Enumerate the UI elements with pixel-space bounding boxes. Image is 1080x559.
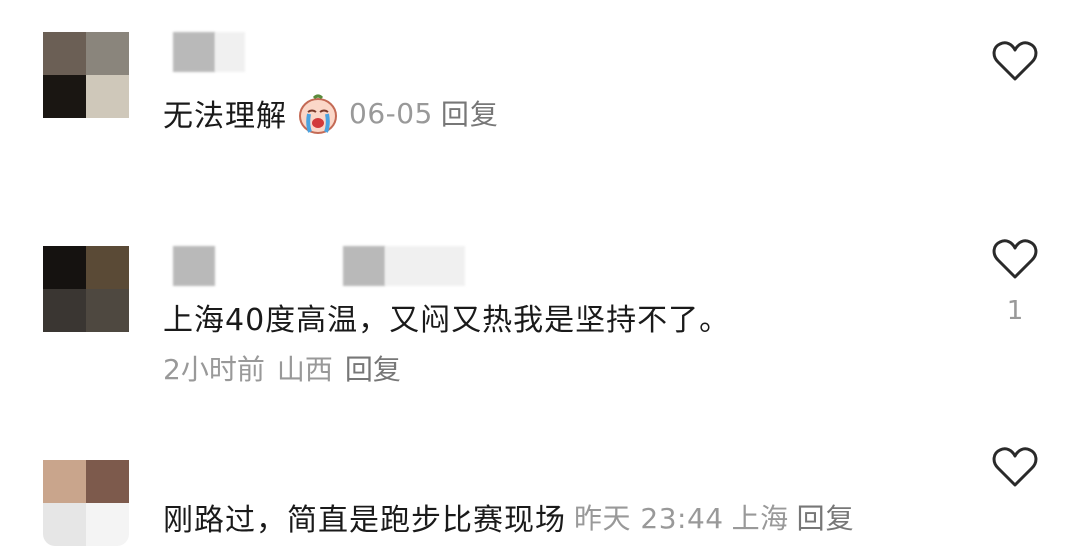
comment-meta: 2小时前 山西 回复 (163, 348, 401, 388)
like-button[interactable] (990, 446, 1040, 488)
comment-location: 山西 (276, 353, 333, 386)
reply-button[interactable]: 回复 (345, 348, 401, 388)
heart-outline-icon (992, 239, 1038, 279)
avatar[interactable] (43, 460, 129, 546)
comment-text: 无法理解 (163, 99, 287, 134)
comment-text: 上海40度高温，又闷又热我是坚持不了。 (163, 303, 731, 338)
like-button[interactable]: 1 (990, 238, 1040, 326)
comment-time: 2小时前 (163, 353, 265, 386)
reply-button[interactable]: 回复 (441, 93, 499, 133)
avatar[interactable] (43, 246, 129, 332)
comment-date: 06-05 (349, 96, 433, 130)
comment-time: 昨天 23:44 (574, 502, 724, 535)
comment-text-line: 刚路过，简直是跑步比赛现场 昨天 23:44 上海 回复 (163, 494, 855, 540)
comment-text: 刚路过，简直是跑步比赛现场 (163, 503, 566, 538)
like-button[interactable] (990, 40, 1040, 82)
heart-outline-icon (992, 41, 1038, 81)
reply-button[interactable]: 回复 (797, 497, 855, 537)
comment-text-line: 上海40度高温，又闷又热我是坚持不了。 (163, 294, 730, 340)
like-count: 1 (1006, 296, 1024, 326)
heart-outline-icon (992, 447, 1038, 487)
crying-emoji-icon (295, 90, 341, 136)
comment-location: 上海 (731, 502, 789, 535)
avatar[interactable] (43, 32, 129, 118)
comment-text-line: 无法理解 06-05 回复 (163, 90, 499, 136)
